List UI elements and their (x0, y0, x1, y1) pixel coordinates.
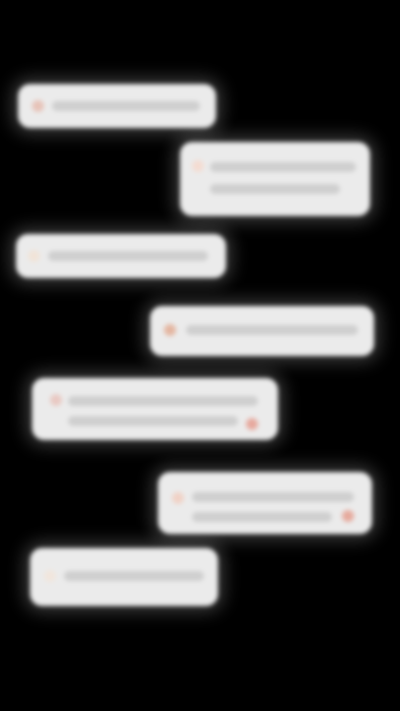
message-text (64, 571, 204, 581)
message-bubble-left[interactable] (30, 548, 218, 606)
face-emoji-icon (342, 510, 354, 522)
message-text (68, 396, 258, 406)
message-text (186, 325, 358, 335)
face-emoji-icon (172, 492, 184, 504)
message-text (48, 251, 208, 261)
message-text-line (192, 512, 332, 522)
message-bubble-left[interactable] (32, 378, 278, 440)
message-text-line (68, 416, 238, 426)
face-emoji-icon (246, 418, 258, 430)
chat-message-area (0, 0, 400, 711)
message-bubble-right[interactable] (180, 142, 370, 216)
message-bubble-right[interactable] (158, 472, 372, 534)
message-text (52, 101, 200, 111)
face-emoji-icon (32, 100, 44, 112)
face-emoji-icon (192, 160, 204, 172)
message-bubble-right[interactable] (150, 306, 374, 356)
face-emoji-icon (164, 324, 176, 336)
message-text-line (210, 184, 340, 194)
face-emoji-icon (44, 570, 56, 582)
face-emoji-icon (28, 250, 40, 262)
face-emoji-icon (50, 394, 62, 406)
message-text (192, 492, 354, 502)
message-bubble-left[interactable] (16, 234, 226, 278)
message-text (210, 162, 356, 172)
message-bubble-left[interactable] (18, 84, 216, 128)
